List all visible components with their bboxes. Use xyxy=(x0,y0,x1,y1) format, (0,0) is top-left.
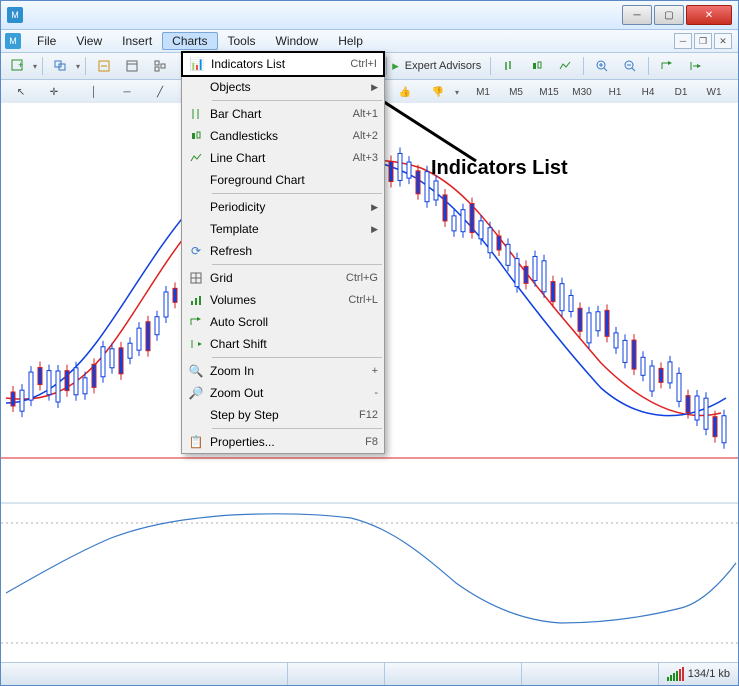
menu-refresh[interactable]: ⟳ Refresh xyxy=(182,240,384,262)
tf-m15[interactable]: M15 xyxy=(533,82,565,102)
volumes-icon xyxy=(182,289,210,311)
thumb-up-icon[interactable]: 👍 xyxy=(389,82,421,102)
auto-scroll-icon[interactable] xyxy=(654,55,680,77)
new-chart-icon[interactable]: + xyxy=(5,55,31,77)
expert-advisors-button[interactable]: Expert Advisors xyxy=(401,60,485,72)
line-chart-icon[interactable] xyxy=(552,55,578,77)
tf-d1[interactable]: D1 xyxy=(665,82,697,102)
mdi-close[interactable]: ✕ xyxy=(714,33,732,49)
status-seg-3 xyxy=(521,663,658,685)
connection-bars-icon xyxy=(667,667,684,681)
play-icon: ▸ xyxy=(392,58,399,74)
tf-m30[interactable]: M30 xyxy=(566,82,598,102)
menu-tools[interactable]: Tools xyxy=(218,32,266,50)
menu-volumes[interactable]: Volumes Ctrl+L xyxy=(182,289,384,311)
menubar: M File View Insert Charts Tools Window H… xyxy=(1,30,738,53)
hline-icon[interactable]: ─ xyxy=(111,82,143,102)
titlebar: M ─ ▢ ✕ xyxy=(1,1,738,30)
auto-scroll-menu-icon xyxy=(182,311,210,333)
app-menu-icon[interactable]: M xyxy=(5,33,21,49)
menu-candlesticks[interactable]: Candlesticks Alt+2 xyxy=(182,125,384,147)
vline-icon[interactable]: │ xyxy=(78,82,110,102)
connection-status[interactable]: 134/1 kb xyxy=(658,663,738,685)
app-icon: M xyxy=(7,7,23,23)
mdi-minimize[interactable]: ─ xyxy=(674,33,692,49)
window-controls: ─ ▢ ✕ xyxy=(622,5,738,25)
indicators-list-icon: 📊 xyxy=(183,53,211,75)
zoom-out-icon[interactable] xyxy=(617,55,643,77)
menu-objects[interactable]: Objects ▶ xyxy=(182,76,384,98)
profiles-icon[interactable] xyxy=(48,55,74,77)
statusbar: 134/1 kb xyxy=(1,662,738,685)
bar-chart-menu-icon xyxy=(182,103,210,125)
menu-template[interactable]: Template ▶ xyxy=(182,218,384,240)
menu-indicators-list[interactable]: 📊 Indicators List Ctrl+I xyxy=(181,51,385,77)
menu-grid[interactable]: Grid Ctrl+G xyxy=(182,267,384,289)
line-chart-menu-icon xyxy=(182,147,210,169)
trendline-icon[interactable]: ╱ xyxy=(144,82,176,102)
charts-dropdown: 📊 Indicators List Ctrl+I Objects ▶ Bar C… xyxy=(181,51,385,454)
menu-bar-chart[interactable]: Bar Chart Alt+1 xyxy=(182,103,384,125)
candle-chart-icon[interactable] xyxy=(524,55,550,77)
close-button[interactable]: ✕ xyxy=(686,5,732,25)
crosshair-icon[interactable]: ✛ xyxy=(38,82,70,102)
market-watch-icon[interactable] xyxy=(91,55,117,77)
menu-periodicity[interactable]: Periodicity ▶ xyxy=(182,196,384,218)
menu-zoom-in[interactable]: 🔍 Zoom In + xyxy=(182,360,384,382)
connection-text: 134/1 kb xyxy=(688,668,730,680)
status-empty xyxy=(1,663,287,685)
menu-file[interactable]: File xyxy=(27,32,66,50)
menu-insert[interactable]: Insert xyxy=(112,32,162,50)
tf-h1[interactable]: H1 xyxy=(599,82,631,102)
grid-icon xyxy=(182,267,210,289)
callout-label: Indicators List xyxy=(431,157,568,180)
minimize-button[interactable]: ─ xyxy=(622,5,652,25)
status-seg-1 xyxy=(287,663,384,685)
tf-h4[interactable]: H4 xyxy=(632,82,664,102)
tf-w1[interactable]: W1 xyxy=(698,82,730,102)
lower-pane xyxy=(1,514,738,643)
app-window: M ─ ▢ ✕ M File View Insert Charts Tools … xyxy=(0,0,739,686)
menu-zoom-out[interactable]: 🔎 Zoom Out - xyxy=(182,382,384,404)
thumb-down-icon[interactable]: 👎 xyxy=(422,82,454,102)
menu-properties[interactable]: 📋 Properties... F8 xyxy=(182,431,384,453)
menu-foreground-chart[interactable]: Foreground Chart xyxy=(182,169,384,191)
mdi-restore[interactable]: ❐ xyxy=(694,33,712,49)
menu-chart-shift[interactable]: Chart Shift xyxy=(182,333,384,355)
chart-shift-icon[interactable] xyxy=(682,55,708,77)
zoom-out-menu-icon: 🔎 xyxy=(182,382,210,404)
zoom-in-menu-icon: 🔍 xyxy=(182,360,210,382)
zoom-in-icon[interactable] xyxy=(589,55,615,77)
maximize-button[interactable]: ▢ xyxy=(654,5,684,25)
tf-mn[interactable]: MN xyxy=(731,82,739,102)
menu-help[interactable]: Help xyxy=(328,32,373,50)
mdi-controls: ─ ❐ ✕ xyxy=(674,33,738,49)
svg-text:+: + xyxy=(18,60,23,70)
menu-line-chart[interactable]: Line Chart Alt+3 xyxy=(182,147,384,169)
bar-chart-icon[interactable] xyxy=(496,55,522,77)
properties-icon: 📋 xyxy=(182,431,210,453)
chart-shift-menu-icon xyxy=(182,333,210,355)
tf-m5[interactable]: M5 xyxy=(500,82,532,102)
tf-m1[interactable]: M1 xyxy=(467,82,499,102)
menu-view[interactable]: View xyxy=(66,32,112,50)
menu-step-by-step[interactable]: Step by Step F12 xyxy=(182,404,384,426)
menu-charts[interactable]: Charts xyxy=(162,32,217,50)
data-window-icon[interactable] xyxy=(119,55,145,77)
status-seg-2 xyxy=(384,663,521,685)
menu-auto-scroll[interactable]: Auto Scroll xyxy=(182,311,384,333)
navigator-icon[interactable] xyxy=(147,55,173,77)
candle-menu-icon xyxy=(182,125,210,147)
cursor-icon[interactable]: ↖ xyxy=(5,82,37,102)
menu-window[interactable]: Window xyxy=(266,32,329,50)
refresh-icon: ⟳ xyxy=(182,240,210,262)
